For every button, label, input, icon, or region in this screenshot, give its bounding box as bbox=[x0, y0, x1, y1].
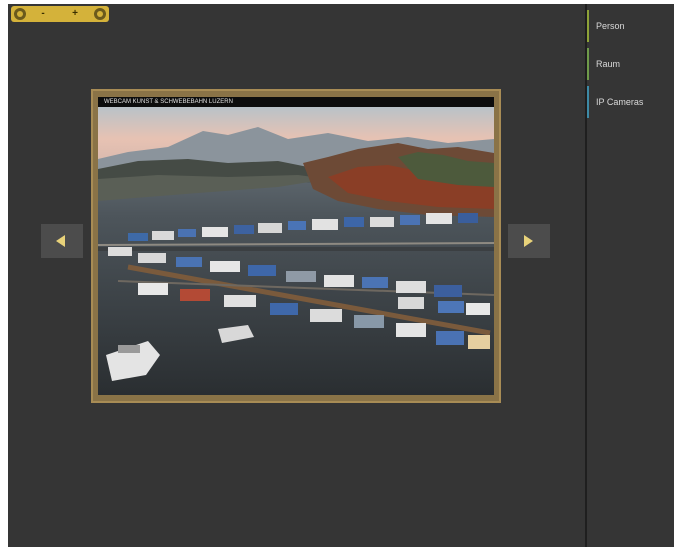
sidebar-item-ip-cameras[interactable]: IP Cameras bbox=[587, 84, 674, 120]
arrow-right-icon bbox=[524, 235, 533, 247]
sidebar-item-accent bbox=[587, 10, 589, 42]
zoom-minus-button[interactable]: - bbox=[37, 7, 49, 21]
camera-image[interactable]: WEBCAM KUNST & SCHWEBEBAHN LUZERN bbox=[98, 97, 494, 395]
sidebar-item-accent bbox=[587, 48, 589, 80]
camera-frame: WEBCAM KUNST & SCHWEBEBAHN LUZERN bbox=[91, 89, 501, 403]
sidebar-item-label: Person bbox=[596, 21, 625, 31]
zoom-out-icon[interactable] bbox=[13, 7, 27, 21]
sidebar-item-label: Raum bbox=[596, 59, 621, 69]
sidebar-item-label: IP Cameras bbox=[596, 97, 644, 107]
zoom-plus-button[interactable]: + bbox=[69, 7, 81, 21]
sidebar-item-raum[interactable]: Raum bbox=[587, 46, 674, 82]
previous-camera-button[interactable] bbox=[41, 224, 83, 258]
harbor-webcam-image bbox=[98, 97, 494, 395]
sidebar-item-accent bbox=[587, 86, 589, 118]
zoom-in-icon[interactable] bbox=[93, 7, 107, 21]
sidebar-item-person[interactable]: Person bbox=[587, 8, 674, 44]
arrow-left-icon bbox=[56, 235, 65, 247]
next-camera-button[interactable] bbox=[508, 224, 550, 258]
zoom-toolbar: - + bbox=[11, 6, 109, 22]
sidebar: Person Raum IP Cameras bbox=[587, 4, 674, 547]
camera-caption: WEBCAM KUNST & SCHWEBEBAHN LUZERN bbox=[98, 97, 494, 107]
